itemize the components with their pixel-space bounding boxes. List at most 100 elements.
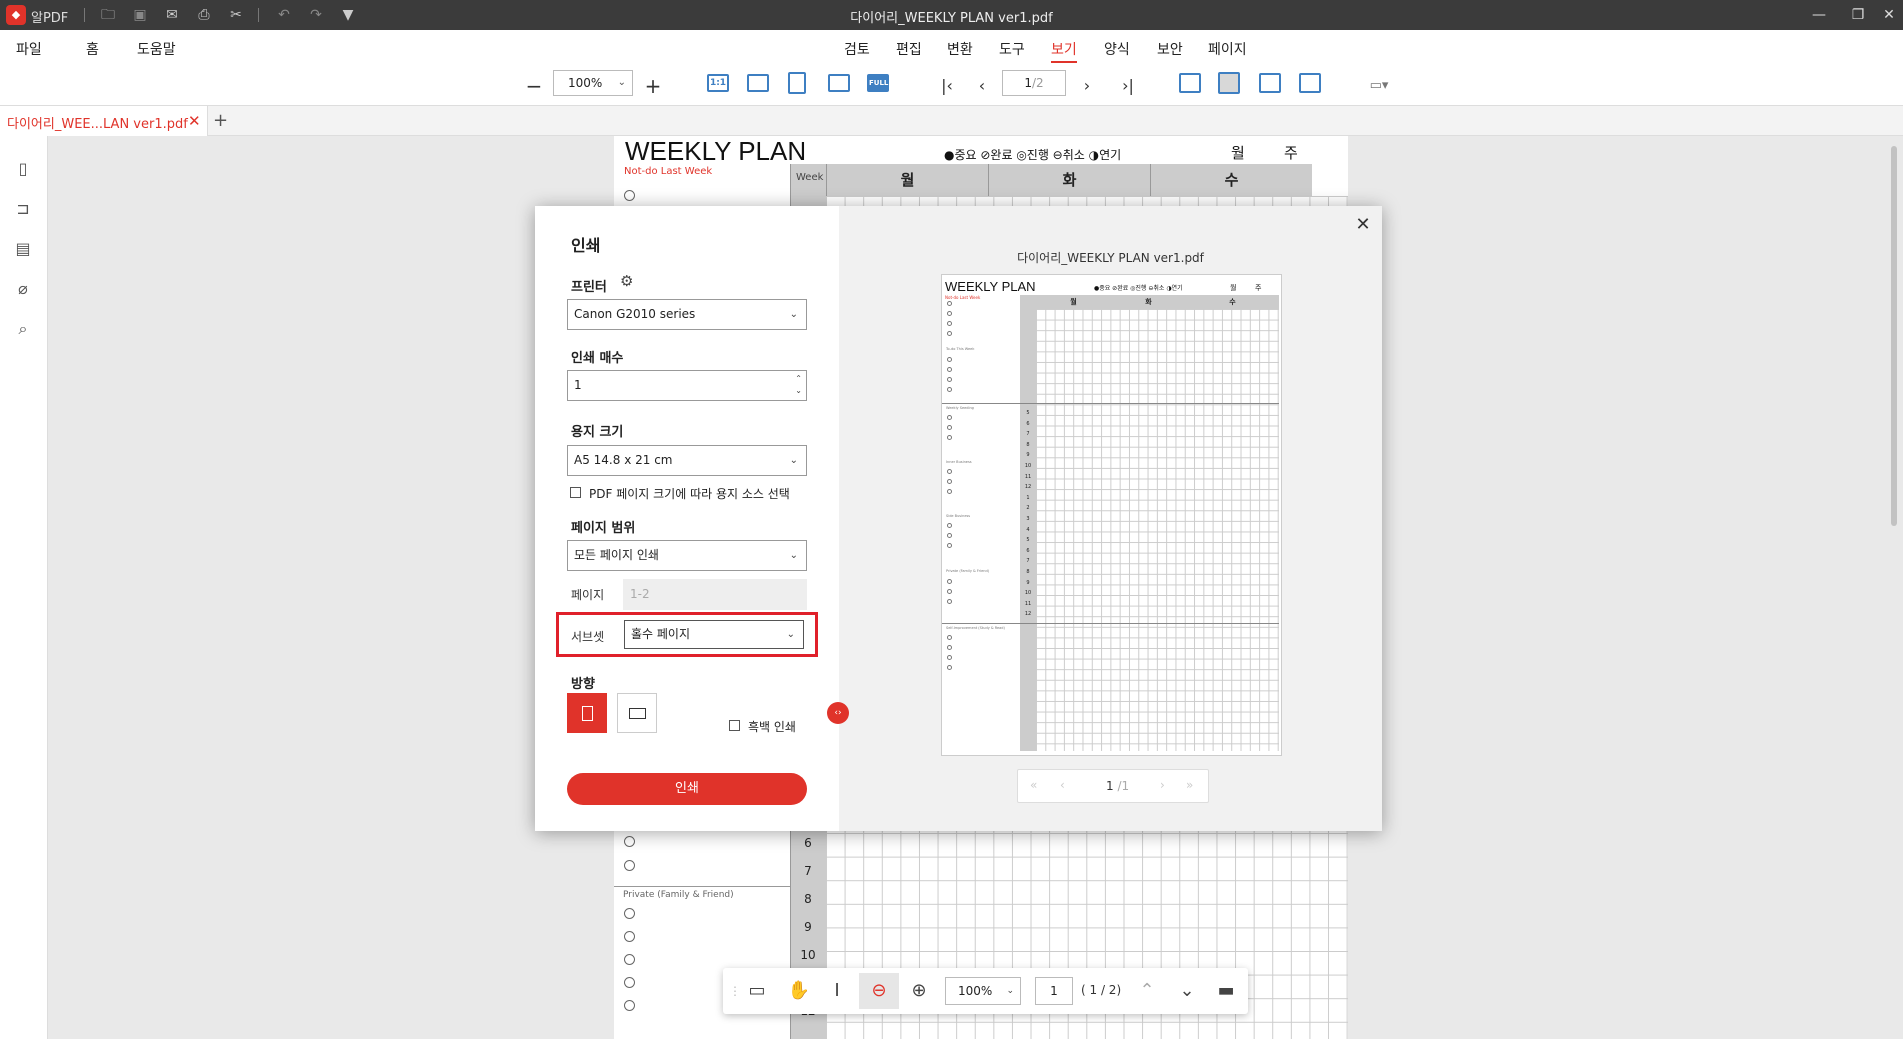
printer-select[interactable]: Canon G2010 series ⌄ [567,299,807,330]
chevron-down-icon: ⌄ [786,629,795,640]
restore-icon[interactable]: ❐ [1843,4,1873,26]
document-tab[interactable]: 다이어리_WEE...LAN ver1.pdf ✕ [0,106,208,136]
print-icon[interactable]: ⎙ [194,5,214,25]
titlebar-separator [84,8,85,22]
preview-legend: ●중요 ⊘완료 ◎진행 ⊖취소 ◑연기 [1094,285,1183,292]
bookmark-icon[interactable]: ⊐ [12,198,34,220]
quick-access-dropdown-icon[interactable]: ▼ [338,5,358,25]
single-page-view-icon[interactable] [1179,73,1201,93]
full-screen-icon[interactable]: FULL [867,74,889,92]
zoom-select[interactable]: 100% ⌄ [553,70,633,96]
preview-next-page-icon[interactable]: › [1160,778,1165,792]
close-tab-icon[interactable]: ✕ [188,112,201,130]
pages-input[interactable]: 1-2 [623,579,807,610]
grayscale-checkbox[interactable] [729,720,740,731]
open-folder-icon[interactable]: 🗀 [98,5,118,25]
next-page-circle-icon[interactable]: ⌄ [1175,979,1199,1003]
copies-stepper[interactable]: 1 ⌃ ⌄ [567,370,807,401]
save-icon[interactable]: ▣ [130,5,150,25]
close-dialog-icon[interactable]: ✕ [1352,214,1374,236]
fit-page-icon[interactable] [828,74,850,92]
menu-home[interactable]: 홈 [86,39,99,59]
floating-toolbar: ⋮ ▭ ✋ Ⅰ ⊖ ⊕ 100% ⌄ 1 ( 1 / 2) ⌃ ⌄ ▬ [723,968,1248,1014]
search-icon[interactable]: ⌕ [12,318,34,340]
preview-current-page: 1 [1106,779,1114,793]
pdf-source-checkbox[interactable] [570,487,581,498]
last-page-icon[interactable]: ›| [1117,74,1139,98]
menu-file[interactable]: 파일 [16,39,42,59]
portrait-button[interactable] [567,693,607,733]
menu-review[interactable]: 검토 [844,39,870,59]
actual-size-icon[interactable]: 1:1 [707,74,729,92]
preview-circle [947,523,952,528]
stepper-arrows-icon[interactable]: ⌃ ⌄ [795,373,802,397]
keyboard-icon[interactable]: ▬ [1213,979,1239,1003]
preview-hour: 10 [1024,590,1032,596]
subset-select[interactable]: 홀수 페이지 ⌄ [624,620,804,649]
chevron-down-icon: ⌄ [789,550,798,561]
menu-form[interactable]: 양식 [1104,39,1130,59]
landscape-button[interactable] [617,693,657,733]
printer-label: 프린터 [571,280,607,295]
minimize-icon[interactable]: — [1804,4,1834,26]
layout-options-icon[interactable]: ▭▾ [1362,74,1396,98]
app-logo-icon: ◆ [6,5,26,25]
preview-hour: 9 [1026,580,1030,586]
floating-page-input[interactable]: 1 [1035,977,1073,1005]
menu-page[interactable]: 페이지 [1208,39,1247,59]
preview-total-pages: /1 [1117,779,1130,793]
full-screen-label: FULL [869,79,889,87]
menu-edit[interactable]: 편집 [896,39,922,59]
scissors-icon[interactable]: ✂ [226,5,246,25]
menu-convert[interactable]: 변환 [947,39,973,59]
preview-last-page-icon[interactable]: » [1186,778,1193,792]
fit-height-icon[interactable] [788,72,806,94]
paper-size-label: 용지 크기 [571,425,624,440]
undo-icon[interactable]: ↶ [274,5,294,25]
add-tab-icon[interactable]: + [213,110,228,131]
preview-first-page-icon[interactable]: « [1030,778,1037,792]
continuous-view-icon[interactable] [1218,72,1240,94]
two-page-view-icon[interactable] [1259,73,1281,93]
gear-icon[interactable]: ⚙ [620,272,633,290]
zoom-out-icon[interactable]: − [524,74,544,98]
menu-bar: 파일 홈 도움말 검토 편집 변환 도구 보기 양식 보안 페이지 [0,30,1903,66]
comment-icon[interactable]: ▤ [12,238,34,260]
next-page-icon[interactable]: › [1077,74,1097,98]
mail-icon[interactable]: ✉ [162,5,182,25]
text-select-icon[interactable]: Ⅰ [825,979,849,1003]
redo-icon[interactable]: ↷ [306,5,326,25]
first-page-icon[interactable]: |‹ [937,74,957,98]
preview-circle [947,533,952,538]
menu-tools[interactable]: 도구 [999,39,1025,59]
zoom-in-circle-icon[interactable]: ⊕ [907,979,931,1003]
hour-label: 6 [804,836,812,850]
status-legend: ●중요 ⊘완료 ◎진행 ⊖취소 ◑연기 [944,148,1122,162]
page-range-select[interactable]: 모든 페이지 인쇄 ⌄ [567,540,807,571]
prev-page-icon[interactable]: ‹ [972,74,992,98]
menu-security[interactable]: 보안 [1157,39,1183,59]
sidebar-toggle-icon[interactable]: ▭ [745,979,769,1003]
drag-handle-icon[interactable]: ⋮ [729,979,741,1003]
vertical-scrollbar[interactable] [1891,146,1897,526]
paper-size-select[interactable]: A5 14.8 x 21 cm ⌄ [567,445,807,476]
prev-page-circle-icon[interactable]: ⌃ [1135,979,1159,1003]
floating-zoom-select[interactable]: 100% ⌄ [945,977,1021,1005]
zoom-out-circle-icon[interactable]: ⊖ [867,979,891,1003]
close-window-icon[interactable]: ✕ [1874,4,1903,26]
thumbnails-panel-icon[interactable]: ▯ [12,158,34,180]
print-button[interactable]: 인쇄 [567,773,807,805]
fit-width-icon[interactable] [747,74,769,92]
attachment-icon[interactable]: ⌀ [12,278,34,300]
preview-circle [947,599,952,604]
menu-help[interactable]: 도움말 [137,39,176,59]
menu-view[interactable]: 보기 [1051,39,1077,63]
hand-tool-icon[interactable]: ✋ [787,979,811,1003]
page-number-input[interactable]: 1/2 [1002,70,1066,96]
preview-prev-page-icon[interactable]: ‹ [1060,778,1065,792]
panel-resize-handle-icon[interactable]: ‹› [827,702,849,724]
zoom-in-icon[interactable]: + [643,74,663,98]
thumbnail-view-icon[interactable] [1299,73,1321,93]
section-divider [614,886,790,887]
zoom-value: 100% [568,76,603,90]
